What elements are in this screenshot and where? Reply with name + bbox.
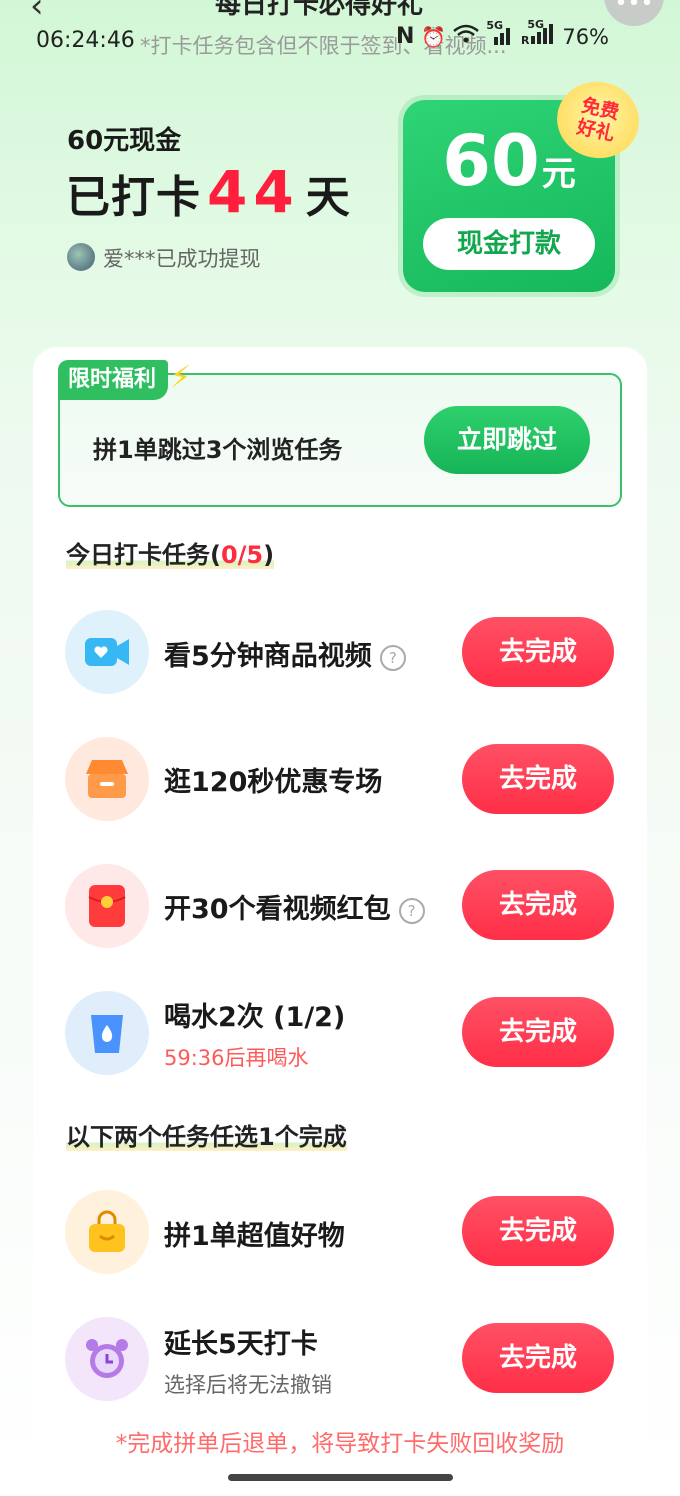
task-complete-button[interactable]: 去完成: [462, 1196, 614, 1266]
wifi-icon: [453, 24, 480, 49]
promo-text: 拼1单跳过3个浏览任务: [93, 436, 343, 464]
more-button[interactable]: •••: [604, 0, 664, 26]
today-title: 今日打卡任务(: [66, 541, 221, 569]
today-close: ): [263, 541, 275, 569]
help-icon[interactable]: ?: [398, 897, 425, 924]
withdraw-notice: 爱***已成功提现: [103, 247, 261, 271]
task-title: 开30个看视频红包?: [164, 887, 425, 926]
footer-note: *完成拼单后退单，将导致打卡失败回收奖励: [115, 1431, 565, 1457]
streak-prefix: 已打卡: [66, 172, 201, 223]
task-title: 逛120秒优惠专场: [164, 767, 383, 798]
network-type-2: 5G: [527, 18, 545, 31]
task-title: 看5分钟商品视频?: [164, 634, 406, 673]
task-title-text: 看5分钟商品视频: [164, 641, 372, 672]
badge-text: 免费好礼: [574, 94, 622, 146]
task-countdown: 59:36后再喝水: [164, 1046, 309, 1070]
video-icon: [65, 610, 149, 694]
cash-label: 60元现金: [67, 126, 182, 156]
lightning-icon: ⚡: [170, 360, 192, 395]
task-complete-button[interactable]: 去完成: [462, 997, 614, 1067]
shopping-bag-icon: [65, 1190, 149, 1274]
today-tasks-heading: 今日打卡任务(0/5): [66, 535, 275, 570]
status-bar: ‹ 每日打卡必得好礼 06:24:46 *打卡任务包含但不限于签到、看视频...…: [0, 0, 680, 80]
today-progress: 0/5: [220, 541, 264, 569]
home-indicator[interactable]: [228, 1474, 453, 1481]
skip-now-button[interactable]: 立即跳过: [424, 406, 590, 474]
streak-suffix: 天: [305, 172, 351, 223]
nfc-icon: N: [396, 24, 415, 49]
signal-icon: 5G: [486, 19, 514, 48]
signal-icon-2: 5G R: [521, 18, 555, 49]
page-title: 每日打卡必得好礼: [215, 0, 424, 20]
help-icon[interactable]: ?: [379, 644, 406, 671]
svg-text:R: R: [521, 34, 530, 44]
alarm-icon: ⏰: [421, 24, 447, 49]
task-complete-button[interactable]: 去完成: [462, 870, 614, 940]
status-time: 06:24:46: [36, 28, 135, 53]
reward-unit: 元: [541, 154, 576, 194]
streak-days: 44: [207, 158, 300, 226]
red-packet-icon: [65, 864, 149, 948]
cash-payout-button[interactable]: 现金打款: [423, 218, 595, 270]
shop-icon: [65, 737, 149, 821]
task-title: 拼1单超值好物: [164, 1221, 345, 1252]
water-cup-icon: [65, 991, 149, 1075]
promo-tag: 限时福利: [58, 360, 169, 400]
back-icon[interactable]: ‹: [30, 0, 44, 26]
network-type: 5G: [486, 19, 504, 32]
task-title-text: 开30个看视频红包: [164, 894, 391, 925]
streak-counter: 已打卡 44 天: [66, 158, 351, 226]
choice-tasks-heading: 以下两个任务任选1个完成: [66, 1117, 347, 1152]
choice-title: 以下两个任务任选1个完成: [66, 1123, 347, 1151]
alarm-clock-icon: [65, 1317, 149, 1401]
task-complete-button[interactable]: 去完成: [462, 744, 614, 814]
system-icons: N ⏰ 5G 5G R 76%: [396, 18, 610, 49]
avatar: [67, 243, 95, 271]
task-complete-button[interactable]: 去完成: [462, 617, 614, 687]
battery-level: 76%: [562, 24, 610, 49]
task-title: 喝水2次 (1/2): [164, 1002, 346, 1033]
task-title: 延长5天打卡: [164, 1329, 318, 1360]
task-warning: 选择后将无法撤销: [164, 1373, 332, 1397]
reward-amount-value: 60: [442, 120, 540, 202]
task-complete-button[interactable]: 去完成: [462, 1323, 614, 1393]
